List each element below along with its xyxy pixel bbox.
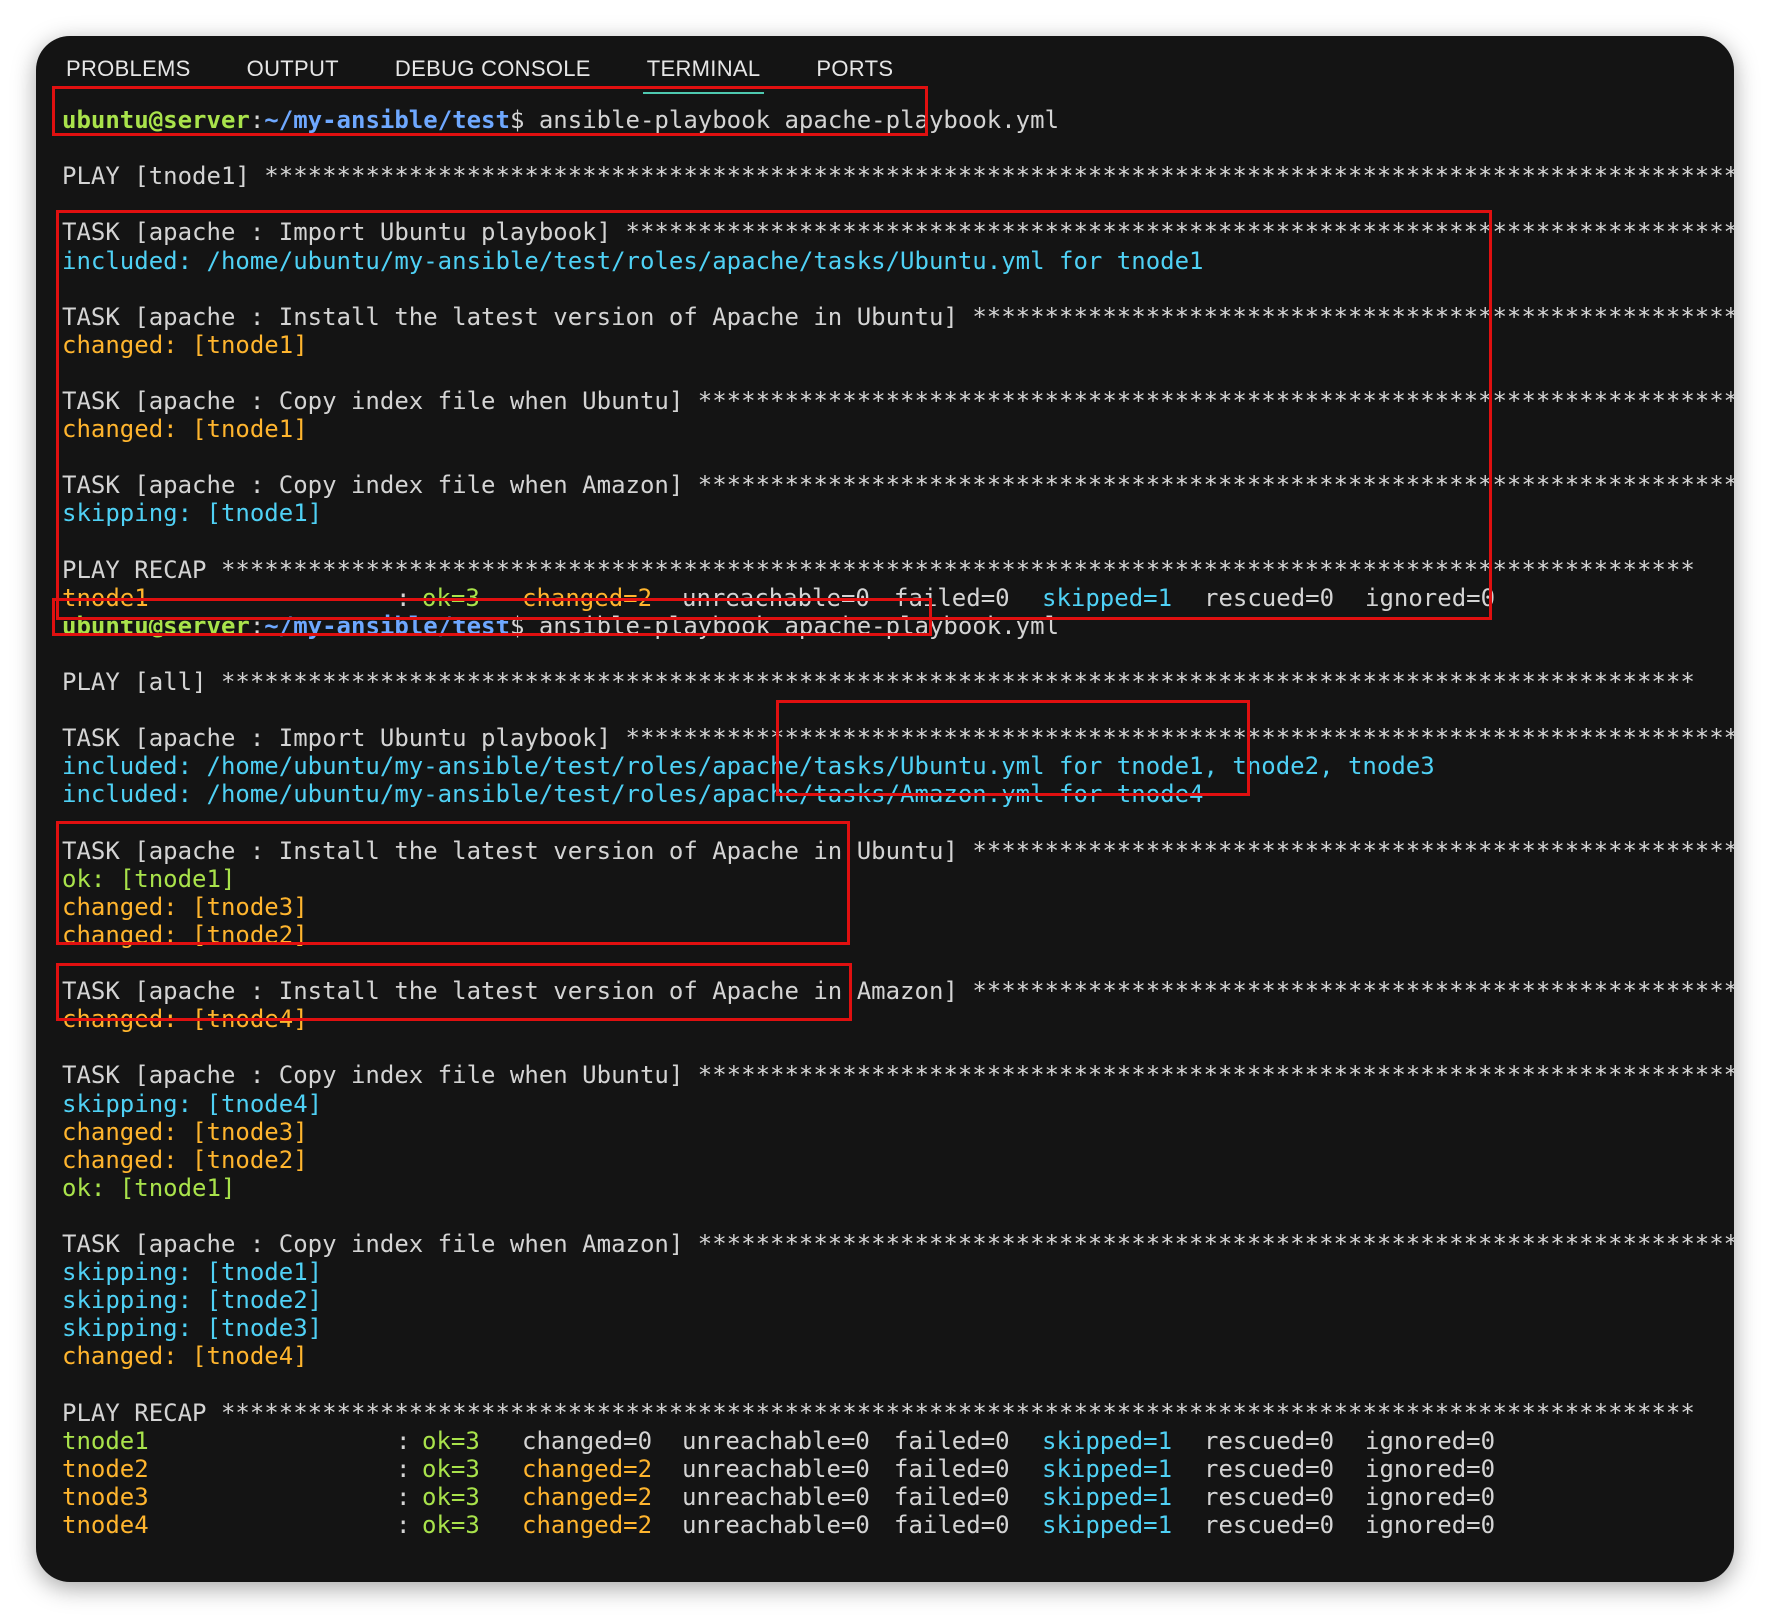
task-header: TASK [apache : Copy index file when Ubun…	[62, 1061, 1734, 1089]
task-result: skipping: [tnode2]	[62, 1286, 322, 1314]
recap-changed: changed=2	[522, 1454, 653, 1483]
recap-ok: ok=3	[422, 1511, 480, 1539]
result-text: skipping: [tnode3]	[62, 1314, 323, 1343]
task-result: skipping: [tnode4]	[62, 1090, 322, 1118]
header-stars: ****************************************…	[972, 836, 1734, 865]
header-title: TASK [apache : Import Ubuntu playbook]	[62, 724, 626, 753]
recap-colon: :	[396, 1454, 411, 1483]
recap-unreachable: unreachable=0	[682, 1426, 870, 1455]
recap-unreachable: unreachable=0	[682, 1482, 870, 1511]
result-text: changed: [tnode3]	[62, 1117, 308, 1146]
terminal-panel: PROBLEMS OUTPUT DEBUG CONSOLE TERMINAL P…	[36, 36, 1734, 1582]
result-text: skipping: [tnode1]	[62, 1258, 323, 1287]
recap-failed: failed=0	[894, 1454, 1010, 1483]
recap-changed: changed=0	[522, 1426, 653, 1455]
recap-ignored: ignored=0	[1365, 1482, 1496, 1511]
run2-recap-header: PLAY RECAP *****************************…	[62, 1399, 1695, 1427]
recap-failed: failed=0	[894, 1426, 1010, 1455]
recap-row: tnode1: ok=3 changed=0 unreachable=0 failed=…	[62, 1427, 1734, 1455]
recap-host: tnode2	[62, 1454, 149, 1483]
recap-colon: :	[396, 1511, 411, 1539]
header-stars: ****************************************…	[220, 668, 1695, 696]
result-text: skipping: [tnode4]	[62, 1089, 323, 1118]
header-stars: ****************************************…	[697, 1061, 1734, 1090]
recap-host: tnode1	[62, 1426, 149, 1455]
header-title: TASK [apache : Copy index file when Ubun…	[62, 1061, 698, 1090]
recap-unreachable: unreachable=0	[682, 1454, 870, 1483]
recap-ok: ok=3	[422, 1454, 480, 1483]
recap-ok: ok=3	[422, 1426, 480, 1455]
recap-changed: changed=2	[522, 1511, 653, 1539]
task-result: skipping: [tnode3]	[62, 1314, 322, 1342]
result-text: skipping: [tnode2]	[62, 1286, 323, 1315]
recap-host: tnode3	[62, 1482, 149, 1511]
recap-colon: :	[396, 1482, 411, 1511]
header-stars: ****************************************…	[697, 1230, 1734, 1258]
run2-play-header: PLAY [all] *****************************…	[62, 668, 1695, 696]
header-stars: ****************************************…	[220, 1398, 1695, 1427]
result-text: changed: [tnode4]	[62, 1342, 308, 1371]
highlight-box	[52, 86, 928, 136]
header-title: PLAY [all]	[62, 668, 221, 696]
recap-ignored: ignored=0	[1365, 1511, 1496, 1539]
result-text: changed: [tnode2]	[62, 1145, 308, 1174]
header-title: TASK [apache : Copy index file when Amaz…	[62, 1230, 698, 1258]
recap-rescued: rescued=0	[1204, 1454, 1335, 1483]
recap-row: tnode2: ok=3 changed=2 unreachable=0 failed=…	[62, 1455, 1734, 1483]
recap-host: tnode4	[62, 1511, 149, 1539]
task-result: changed: [tnode4]	[62, 1342, 308, 1370]
header-title: PLAY [tnode1]	[62, 162, 265, 191]
result-text: ok: [tnode1]	[62, 1173, 236, 1202]
recap-ignored: ignored=0	[1365, 1454, 1496, 1483]
recap-colon: :	[396, 1426, 411, 1455]
recap-skipped: skipped=1	[1042, 1482, 1173, 1511]
highlight-box	[56, 210, 1492, 620]
recap-changed: changed=2	[522, 1482, 653, 1511]
recap-ignored: ignored=0	[1365, 1426, 1496, 1455]
recap-skipped: skipped=1	[1042, 1426, 1173, 1455]
task-result: changed: [tnode2]	[62, 1146, 308, 1174]
highlight-box	[56, 963, 852, 1022]
task-result: changed: [tnode3]	[62, 1118, 308, 1146]
highlight-box	[776, 700, 1250, 797]
recap-rescued: rescued=0	[1204, 1511, 1335, 1539]
recap-row: tnode4: ok=3 changed=2 unreachable=0 failed=…	[62, 1511, 1734, 1539]
recap-rescued: rescued=0	[1204, 1426, 1335, 1455]
run1-play-header: PLAY [tnode1] **************************…	[62, 162, 1734, 190]
recap-failed: failed=0	[894, 1511, 1010, 1539]
recap-rescued: rescued=0	[1204, 1482, 1335, 1511]
recap-ok: ok=3	[422, 1482, 480, 1511]
task-header: TASK [apache : Copy index file when Amaz…	[62, 1230, 1734, 1258]
header-stars: ****************************************…	[972, 977, 1734, 1006]
task-result: skipping: [tnode1]	[62, 1258, 322, 1286]
header-title: PLAY RECAP	[62, 1398, 221, 1427]
header-stars: ****************************************…	[264, 162, 1734, 191]
recap-skipped: skipped=1	[1042, 1511, 1173, 1539]
recap-skipped: skipped=1	[1042, 1454, 1173, 1483]
recap-row: tnode3: ok=3 changed=2 unreachable=0 failed=…	[62, 1483, 1734, 1511]
recap-failed: failed=0	[894, 1482, 1010, 1511]
task-result: ok: [tnode1]	[62, 1174, 235, 1202]
recap-unreachable: unreachable=0	[682, 1511, 870, 1539]
highlight-box	[56, 820, 850, 945]
highlight-box	[52, 597, 932, 636]
